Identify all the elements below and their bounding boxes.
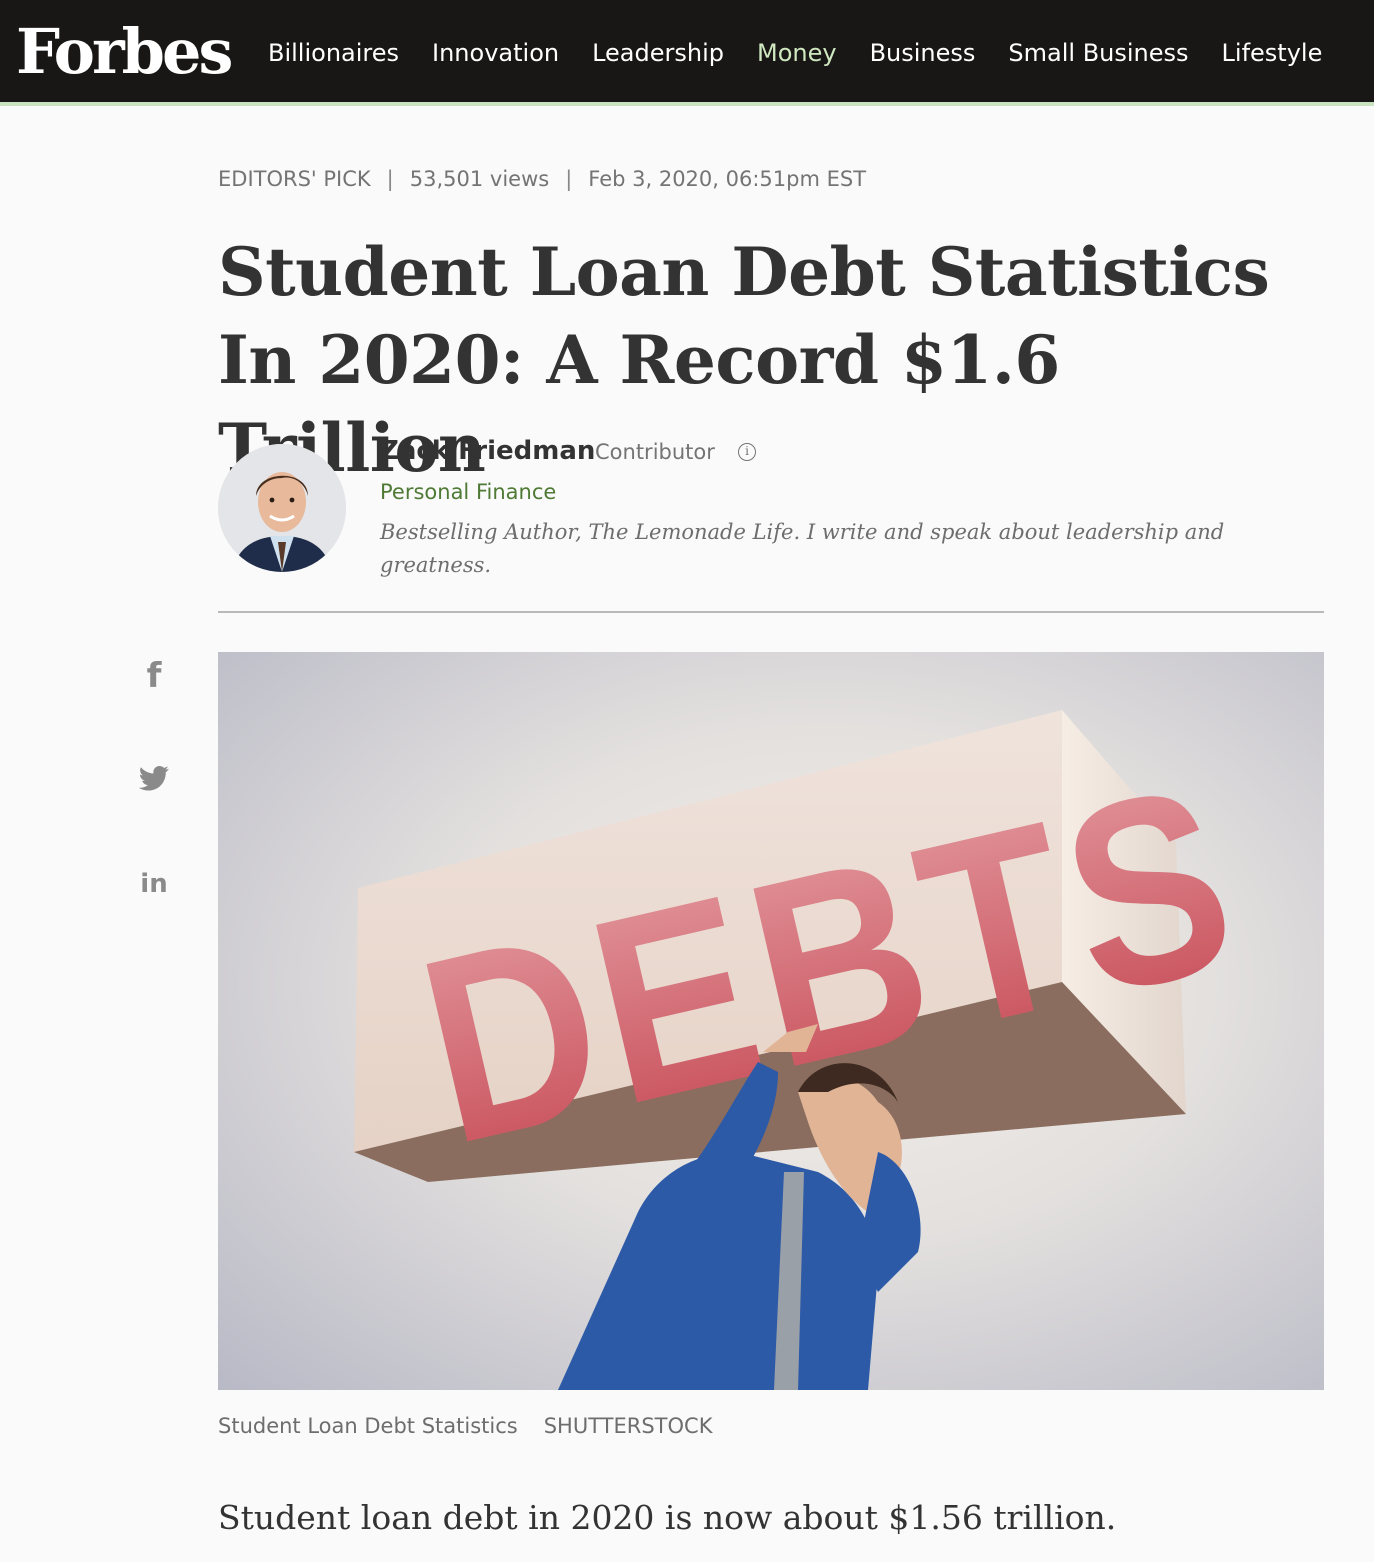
hero-caption: Student Loan Debt Statistics Shutterstock — [218, 1412, 712, 1440]
photo-credit: Shutterstock — [543, 1414, 713, 1438]
info-icon[interactable]: i — [738, 443, 756, 461]
author-avatar[interactable] — [218, 444, 346, 572]
hero-image: DEBTS — [218, 652, 1324, 1390]
nav-item-money[interactable]: Money — [757, 36, 837, 70]
twitter-icon[interactable] — [138, 762, 170, 798]
nav-item-lifestyle[interactable]: Lifestyle — [1222, 36, 1323, 70]
article-meta: EDITORS' PICK | 53,501 views | Feb 3, 2020, … — [218, 165, 866, 193]
view-count: 53,501 views — [409, 167, 550, 191]
linkedin-icon[interactable]: in — [138, 866, 170, 902]
editors-pick-tag[interactable]: EDITORS' PICK — [218, 167, 371, 191]
nav-item-business[interactable]: Business — [870, 36, 976, 70]
author-role: Contributor — [595, 440, 715, 464]
author-section-link[interactable]: Personal Finance — [380, 478, 556, 506]
meta-separator: | — [386, 167, 394, 191]
divider — [218, 611, 1324, 613]
publish-date: Feb 3, 2020, 06:51pm EST — [588, 167, 867, 191]
main-nav: Billionaires Innovation Leadership Money… — [268, 36, 1355, 70]
nav-item-leadership[interactable]: Leadership — [592, 36, 724, 70]
nav-item-innovation[interactable]: Innovation — [432, 36, 559, 70]
facebook-icon[interactable]: f — [138, 658, 170, 694]
forbes-logo[interactable]: Forbes — [16, 12, 233, 92]
nav-item-billionaires[interactable]: Billionaires — [268, 36, 399, 70]
author-name[interactable]: Zack Friedman — [380, 434, 595, 468]
meta-separator: | — [565, 167, 573, 191]
author-bio: Bestselling Author, The Lemonade Life. I… — [380, 520, 1225, 577]
caption-text: Student Loan Debt Statistics — [218, 1414, 518, 1438]
article-lead-paragraph: Student loan debt in 2020 is now about $… — [218, 1498, 1117, 1537]
nav-item-small-business[interactable]: Small Business — [1008, 36, 1188, 70]
top-navigation-bar: Forbes Billionaires Innovation Leadershi… — [0, 0, 1374, 106]
